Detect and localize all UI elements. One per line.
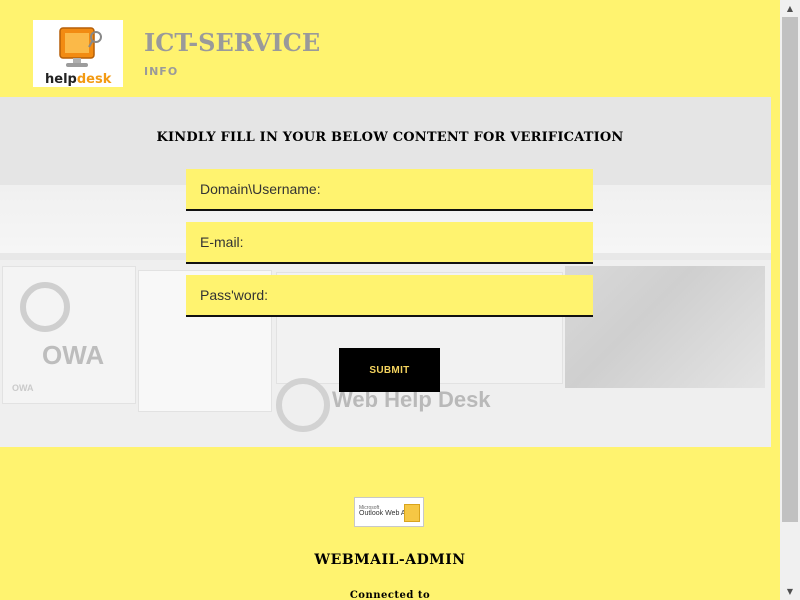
scrollbar-thumb[interactable] <box>782 17 798 522</box>
password-input[interactable] <box>186 275 593 317</box>
site-title[interactable]: ICT-SERVICE <box>144 28 320 57</box>
submit-button[interactable]: SUBMIT <box>339 348 440 392</box>
page: helpdesk ICT-SERVICE INFO OWA OWA Web He… <box>0 0 780 600</box>
collage-logo-ring <box>20 282 70 332</box>
arrow-up-icon[interactable]: ▲ <box>780 0 800 17</box>
outlook-web-app-badge: Microsoft Outlook Web App <box>354 497 424 527</box>
site-subtitle: INFO <box>144 65 179 78</box>
username-input[interactable] <box>186 169 593 211</box>
footer: Microsoft Outlook Web App WEBMAIL-ADMIN … <box>0 447 780 600</box>
logo-text: helpdesk <box>45 72 112 87</box>
footer-subtitle: Connected to <box>349 590 431 600</box>
outlook-envelope-icon <box>404 504 420 522</box>
form-title: KINDLY FILL IN YOUR BELOW CONTENT FOR VE… <box>156 130 624 145</box>
arrow-down-icon[interactable]: ▼ <box>780 583 800 600</box>
hero-section: OWA OWA Web Help Desk KINDLY FILL IN YOU… <box>0 97 771 447</box>
helpdesk-logo[interactable]: helpdesk <box>33 20 123 87</box>
collage-owa-small: OWA <box>12 383 34 393</box>
collage-owa-text: OWA <box>42 340 105 370</box>
vertical-scrollbar[interactable]: ▲ ▼ <box>780 0 800 600</box>
collage-lifebuoy <box>276 378 330 432</box>
email-input[interactable] <box>186 222 593 264</box>
collage-photo <box>565 266 765 388</box>
header: helpdesk ICT-SERVICE INFO <box>0 0 780 97</box>
footer-title: WEBMAIL-ADMIN <box>314 552 466 568</box>
